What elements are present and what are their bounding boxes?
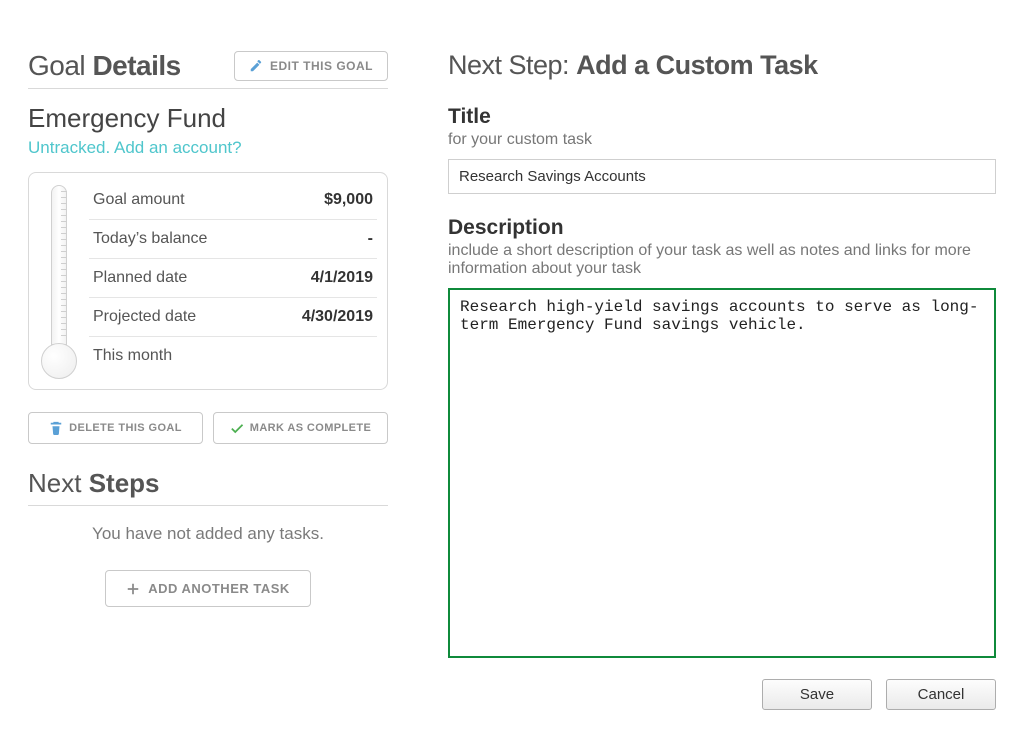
goal-details-heading-light: Goal (28, 50, 92, 81)
projected-date-value: 4/30/2019 (302, 308, 373, 326)
untracked-add-account-link[interactable]: Untracked. Add an account? (28, 138, 242, 158)
task-description-textarea[interactable] (448, 288, 996, 658)
edit-goal-label: EDIT THIS GOAL (270, 59, 373, 73)
today-balance-value: - (368, 230, 373, 248)
trash-icon (49, 421, 63, 435)
no-tasks-message: You have not added any tasks. (28, 524, 388, 544)
projected-date-label: Projected date (93, 308, 196, 326)
title-field-sub: for your custom task (448, 131, 996, 149)
description-field-label: Description (448, 216, 996, 240)
edit-goal-button[interactable]: EDIT THIS GOAL (234, 51, 388, 81)
delete-goal-label: DELETE THIS GOAL (69, 422, 182, 434)
cancel-button[interactable]: Cancel (886, 679, 996, 710)
thermometer-icon (41, 181, 77, 381)
next-steps-header: Next Steps (28, 468, 388, 506)
goal-details-header: Goal Details EDIT THIS GOAL (28, 50, 388, 89)
save-button[interactable]: Save (762, 679, 872, 710)
today-balance-label: Today’s balance (93, 230, 207, 248)
check-icon (230, 421, 244, 435)
today-balance-row: Today’s balance - (89, 220, 377, 259)
mark-complete-label: MARK AS COMPLETE (250, 422, 372, 434)
add-another-task-label: ADD ANOTHER TASK (148, 581, 290, 596)
task-title-input[interactable] (448, 159, 996, 194)
description-field-sub: include a short description of your task… (448, 242, 996, 278)
next-step-title-bold: Add a Custom Task (576, 50, 818, 80)
goal-amount-row: Goal amount $9,000 (89, 181, 377, 220)
goal-amount-value: $9,000 (324, 191, 373, 209)
planned-date-label: Planned date (93, 269, 187, 287)
delete-goal-button[interactable]: DELETE THIS GOAL (28, 412, 203, 444)
planned-date-row: Planned date 4/1/2019 (89, 259, 377, 298)
mark-complete-button[interactable]: MARK AS COMPLETE (213, 412, 388, 444)
goal-details-heading-bold: Details (92, 50, 180, 81)
goal-name: Emergency Fund (28, 103, 388, 134)
this-month-label: This month (93, 347, 172, 365)
this-month-row: This month (89, 337, 377, 375)
next-steps-light: Next (28, 468, 89, 498)
goal-stats-card: Goal amount $9,000 Today’s balance - Pla… (28, 172, 388, 390)
goal-amount-label: Goal amount (93, 191, 185, 209)
next-step-title-light: Next Step: (448, 50, 576, 80)
pencil-icon (249, 59, 263, 73)
add-another-task-button[interactable]: ADD ANOTHER TASK (105, 570, 311, 607)
next-step-title: Next Step: Add a Custom Task (448, 50, 996, 81)
projected-date-row: Projected date 4/30/2019 (89, 298, 377, 337)
planned-date-value: 4/1/2019 (311, 269, 373, 287)
plus-icon (126, 582, 140, 596)
next-steps-bold: Steps (89, 468, 160, 498)
title-field-label: Title (448, 105, 996, 129)
